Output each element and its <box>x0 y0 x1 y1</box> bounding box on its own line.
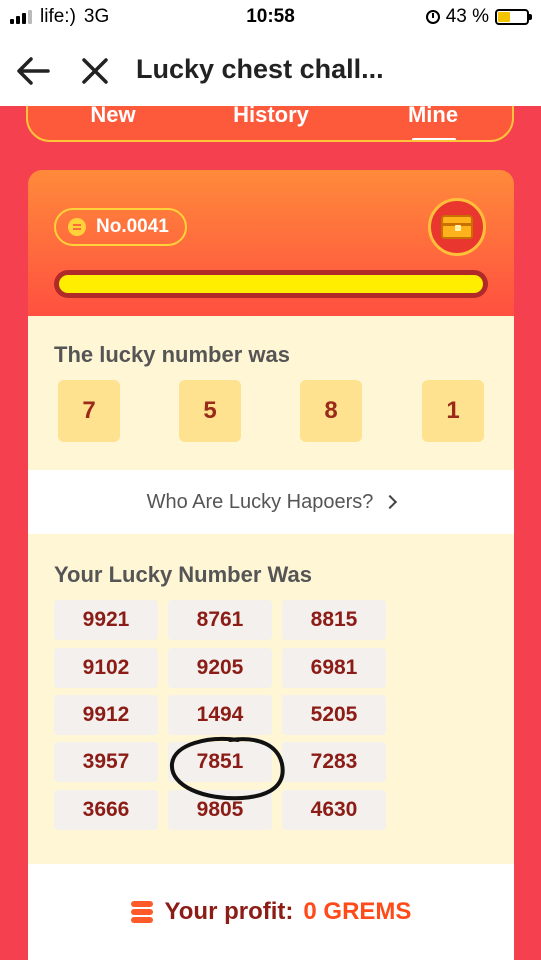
battery-icon <box>495 9 532 25</box>
profit-value: 0 GREMS <box>303 898 412 925</box>
lucky-happers-label: Who Are Lucky Hapoers? <box>146 490 374 513</box>
lucky-digit: 7 <box>58 380 120 442</box>
progress-fill <box>59 275 483 293</box>
hand-drawn-circle <box>169 737 285 801</box>
lucky-digit: 1 <box>422 380 484 442</box>
lucky-number-section: The lucky number was 7 5 8 1 <box>28 316 514 470</box>
navigation-bar: Lucky chest chall... <box>0 36 541 106</box>
page-title: Lucky chest chall... <box>136 54 384 84</box>
profit-row: Your profit: 0 GREMS <box>28 864 514 960</box>
your-number: 8761 <box>168 600 272 640</box>
your-number: 6981 <box>282 648 386 688</box>
your-number: 9102 <box>54 648 158 688</box>
your-number: 9205 <box>168 648 272 688</box>
your-number: 7283 <box>282 742 386 782</box>
chevron-right-icon <box>383 494 398 510</box>
your-number: 5205 <box>282 695 386 735</box>
lucky-number-title: The lucky number was <box>54 342 290 367</box>
progress-bar <box>54 270 488 298</box>
status-bar: life:) 3G 10:58 43 % <box>0 0 541 36</box>
ticket-icon <box>68 218 86 236</box>
your-number: 1494 <box>168 695 272 735</box>
close-icon[interactable] <box>78 54 112 88</box>
your-number: 9912 <box>54 695 158 735</box>
your-number: 3666 <box>54 790 158 830</box>
your-numbers-title: Your Lucky Number Was <box>54 562 312 587</box>
profit-label: Your profit: <box>164 898 294 925</box>
alarm-icon <box>425 10 440 24</box>
challenge-card-header: No.0041 <box>28 170 514 316</box>
back-arrow-icon[interactable] <box>14 52 52 90</box>
lucky-digit: 8 <box>300 380 362 442</box>
treasure-chest-icon[interactable] <box>428 198 486 256</box>
battery-percent: 43 % <box>445 6 489 27</box>
your-numbers-section: Your Lucky Number Was 9921 8761 8815 910… <box>28 534 514 864</box>
challenge-number: No.0041 <box>96 216 169 237</box>
lucky-digit: 5 <box>179 380 241 442</box>
active-tab-indicator <box>412 138 456 140</box>
challenge-number-badge: No.0041 <box>54 208 187 246</box>
your-number: 8815 <box>282 600 386 640</box>
lucky-happers-link[interactable]: Who Are Lucky Hapoers? <box>28 470 514 534</box>
your-number: 3957 <box>54 742 158 782</box>
your-number: 4630 <box>282 790 386 830</box>
your-number: 9921 <box>54 600 158 640</box>
coins-icon <box>130 901 155 923</box>
